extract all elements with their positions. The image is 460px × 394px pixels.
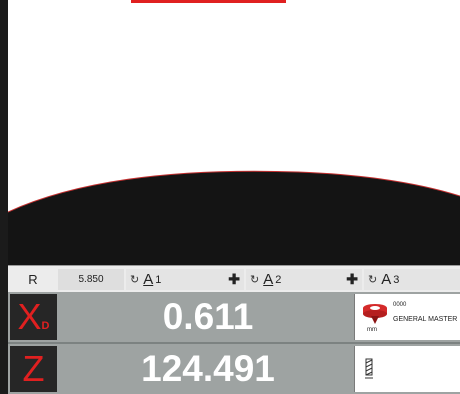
x-axis-letter: X (17, 296, 42, 337)
radius-label: R (28, 272, 38, 287)
rotate-icon: ↻ (250, 274, 260, 286)
z-axis-letter: Z (22, 348, 45, 389)
profile-silhouette (8, 170, 460, 265)
cutter-panel[interactable] (354, 346, 460, 392)
axis-a1-letter: A (143, 271, 154, 288)
axis-a2-number: 2 (275, 273, 282, 286)
axis-a2-letter: A (263, 271, 274, 288)
x-axis-subscript: D (41, 320, 50, 332)
plus-icon[interactable]: ✚ (228, 271, 240, 288)
tool-unit: mm (367, 327, 377, 333)
axis-a1-selector[interactable]: ↻ A 1 ✚ (126, 269, 244, 290)
measuring-screen: R 5.850 ↻ A 1 ✚ ↻ A 2 ✚ ↻ A 3 X D 0.611 (0, 0, 460, 394)
left-border (0, 0, 8, 394)
rotate-icon: ↻ (368, 274, 378, 286)
z-axis-label: Z (10, 346, 57, 392)
tool-info-panel[interactable]: mm 0000 GENERAL MASTER (354, 294, 460, 340)
x-axis-label: X D (10, 294, 57, 340)
axis-a3-number: 3 (393, 273, 400, 286)
parameter-bar: R 5.850 ↻ A 1 ✚ ↻ A 2 ✚ ↻ A 3 (8, 265, 460, 293)
tool-holder-icon (363, 304, 387, 324)
rotate-icon: ↻ (130, 274, 140, 286)
x-axis-row: X D 0.611 mm 0000 GENERAL MASTER (8, 292, 460, 342)
plus-icon[interactable]: ✚ (346, 271, 358, 288)
x-axis-value: 0.611 (162, 296, 254, 337)
axis-a1-number: 1 (155, 273, 162, 286)
axis-a3-selector[interactable]: ↻ A 3 (364, 269, 460, 290)
tool-number: 0000 (393, 302, 407, 308)
tool-name: GENERAL MASTER (393, 316, 458, 323)
axis-a2-selector[interactable]: ↻ A 2 ✚ (246, 269, 362, 290)
radius-value[interactable]: 5.850 (58, 269, 124, 290)
tool-profile-shape (8, 171, 460, 265)
camera-view (8, 0, 460, 265)
reference-marker (131, 0, 286, 3)
z-axis-value: 124.491 (141, 348, 275, 389)
cutter-icon (365, 358, 373, 379)
axis-a3-letter: A (381, 271, 392, 288)
